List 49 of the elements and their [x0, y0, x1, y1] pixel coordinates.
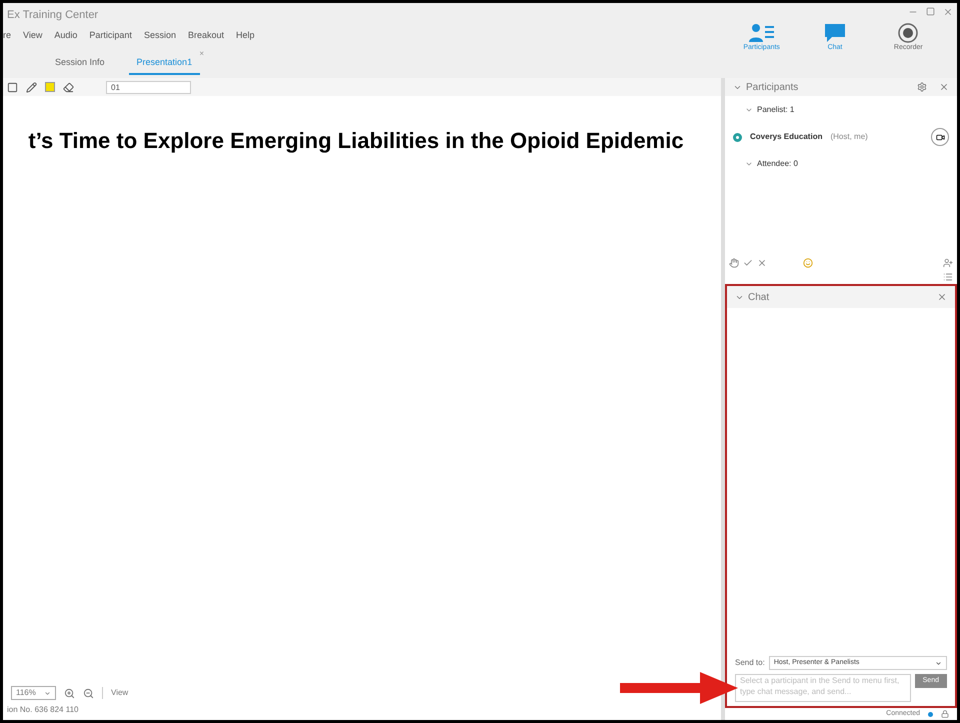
- list-icon[interactable]: [943, 272, 953, 282]
- close-icon[interactable]: [939, 82, 949, 92]
- cross-icon[interactable]: [757, 258, 767, 268]
- participant-role: (Host, me): [830, 131, 869, 143]
- zoom-field[interactable]: 116%: [11, 686, 56, 700]
- group-label: Attendee: 0: [757, 158, 798, 170]
- highlighter-tool-icon[interactable]: [45, 82, 55, 92]
- expand-icon[interactable]: [745, 160, 753, 168]
- close-icon[interactable]: [937, 292, 947, 302]
- menu-item[interactable]: Session: [144, 29, 176, 43]
- slide-title: t’s Time to Explore Emerging Liabilities in the Opioid Epidemic: [27, 128, 685, 154]
- raise-hand-icon[interactable]: [729, 258, 739, 268]
- menu-item[interactable]: Audio: [54, 29, 78, 43]
- group-label: Panelist: 1: [757, 104, 794, 116]
- participant-name[interactable]: Coverys Education: [750, 131, 822, 143]
- chat-bubble-icon: [824, 23, 846, 43]
- maximize-icon[interactable]: [926, 7, 935, 16]
- lock-icon: [941, 710, 949, 718]
- page-field[interactable]: 01: [106, 80, 191, 94]
- dropdown-caret-icon: [44, 690, 51, 696]
- session-number: ion No. 636 824 110: [6, 704, 80, 716]
- dropdown-caret-icon: [935, 660, 942, 666]
- chat-input[interactable]: Select a participant in the Send to menu first, type chat message, and send...: [735, 674, 911, 702]
- zoom-in-icon[interactable]: [64, 688, 75, 698]
- zoom-out-icon[interactable]: [83, 688, 94, 698]
- panel-title: Chat: [748, 290, 770, 304]
- menu-item[interactable]: re: [3, 29, 12, 43]
- record-icon: [898, 23, 918, 43]
- expand-icon[interactable]: [745, 106, 753, 114]
- eraser-tool-icon[interactable]: [63, 82, 74, 92]
- close-icon[interactable]: [943, 7, 953, 17]
- check-icon[interactable]: [743, 258, 753, 268]
- menu-item[interactable]: Breakout: [188, 29, 224, 43]
- emoticon-icon[interactable]: [803, 258, 813, 268]
- rectangle-tool-icon[interactable]: [7, 82, 18, 92]
- invite-icon[interactable]: [943, 258, 953, 268]
- window-title: Ex Training Center: [6, 8, 100, 23]
- panel-title: Participants: [746, 80, 800, 94]
- view-menu[interactable]: View: [102, 687, 128, 699]
- settings-icon[interactable]: [917, 82, 927, 92]
- video-icon[interactable]: [931, 128, 949, 146]
- status-icon: [733, 132, 742, 142]
- menu-item[interactable]: View: [23, 29, 42, 43]
- menu-item[interactable]: Participant: [89, 29, 132, 43]
- send-to-label: Send to:: [735, 657, 765, 669]
- participants-icon: [748, 23, 775, 43]
- tab[interactable]: Session Info: [47, 56, 113, 75]
- pen-tool-icon[interactable]: [26, 82, 37, 92]
- menu-item[interactable]: Help: [236, 29, 255, 43]
